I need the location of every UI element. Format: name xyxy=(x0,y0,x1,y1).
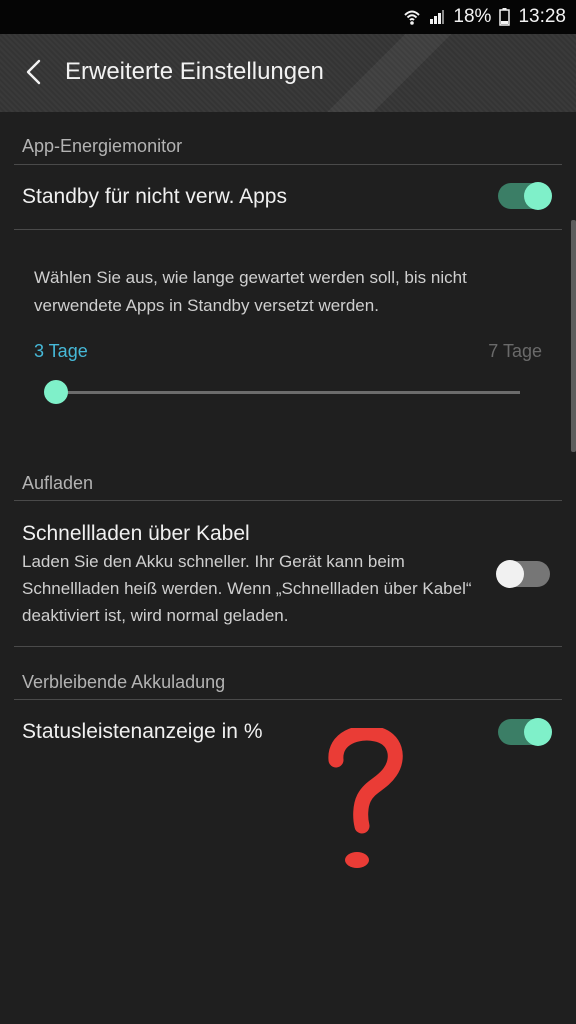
standby-setting-label[interactable]: Standby für nicht verw. Apps xyxy=(22,185,287,209)
slider-min-label: 3 Tage xyxy=(34,341,88,361)
standby-days-slider[interactable] xyxy=(56,391,520,394)
section-header-app-energiemonitor: App-Energiemonitor xyxy=(22,136,183,156)
divider xyxy=(14,500,562,501)
divider xyxy=(14,164,562,165)
signal-icon xyxy=(429,9,445,25)
wifi-icon xyxy=(403,8,421,26)
status-bar: 18% 13:28 xyxy=(0,0,576,34)
page-title: Erweiterte Einstellungen xyxy=(65,58,324,85)
scrollbar[interactable] xyxy=(571,220,576,452)
statusbar-percent-toggle[interactable] xyxy=(498,718,552,746)
toggle-knob xyxy=(496,560,524,588)
question-mark-annotation-icon xyxy=(326,725,406,883)
slider-max-label: 7 Tage xyxy=(488,341,542,361)
fast-cable-charging-label[interactable]: Schnellladen über Kabel xyxy=(22,522,250,546)
fast-cable-charging-description: Laden Sie den Akku schneller. Ihr Gerät … xyxy=(22,552,472,625)
battery-percent: 18% xyxy=(453,6,492,27)
standby-description: Wählen Sie aus, wie lange gewartet werde… xyxy=(34,268,467,315)
toggle-knob xyxy=(524,182,552,210)
section-header-verbleibende-akkuladung: Verbleibende Akkuladung xyxy=(22,672,226,692)
divider xyxy=(14,646,562,647)
divider xyxy=(14,699,562,700)
fast-cable-charging-toggle[interactable] xyxy=(496,560,550,588)
statusbar-percent-label[interactable]: Statusleistenanzeige in % xyxy=(22,720,263,744)
slider-thumb[interactable] xyxy=(44,380,68,404)
divider xyxy=(14,229,562,230)
back-arrow-icon[interactable] xyxy=(16,54,52,90)
section-header-aufladen: Aufladen xyxy=(22,473,94,493)
app-bar: Erweiterte Einstellungen xyxy=(0,34,576,112)
clock: 13:28 xyxy=(518,6,566,27)
standby-toggle[interactable] xyxy=(498,182,552,210)
toggle-knob xyxy=(524,718,552,746)
battery-icon xyxy=(499,8,511,26)
